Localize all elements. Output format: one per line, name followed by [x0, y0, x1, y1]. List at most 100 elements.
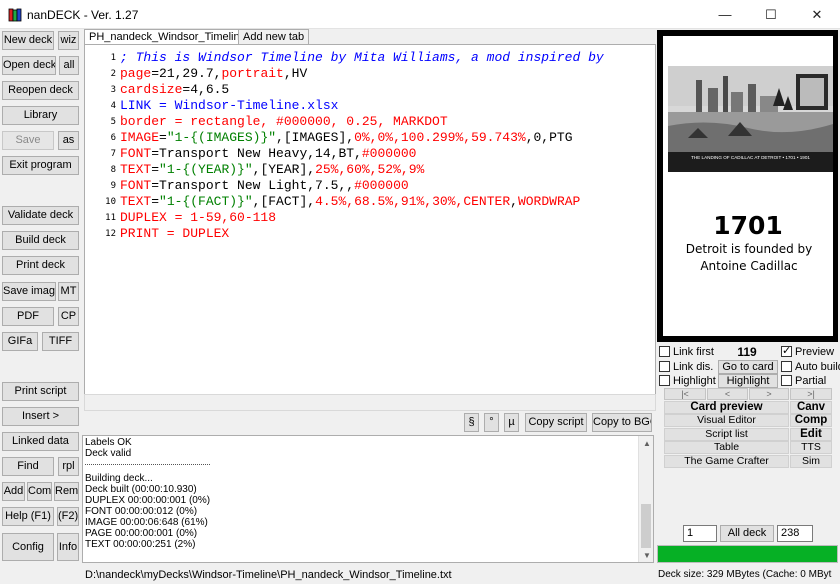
code-line[interactable]: ; This is Windsor Timeline by Mita Willi…: [120, 50, 604, 66]
title-bar: nanDECK - Ver. 1.27 — ☐ ✕: [0, 0, 840, 29]
find-button[interactable]: Find: [2, 457, 54, 476]
script-list-button[interactable]: Script list: [664, 428, 789, 441]
tts-button[interactable]: TTS: [790, 441, 832, 454]
code-line[interactable]: IMAGE="1-{(IMAGES)}",[IMAGES],0%,0%,100.…: [120, 130, 573, 146]
save-as-button[interactable]: as: [58, 131, 79, 150]
auto-build-checkbox[interactable]: Auto build: [781, 361, 840, 373]
code-line[interactable]: LINK = Windsor-Timeline.xlsx: [120, 98, 338, 114]
mt-button[interactable]: MT: [58, 282, 79, 301]
tiff-button[interactable]: TIFF: [42, 332, 79, 351]
first-card-button[interactable]: |<: [664, 388, 706, 400]
copy-script-button[interactable]: Copy script: [525, 413, 587, 432]
range-to-input[interactable]: 238: [777, 525, 813, 542]
gifa-button[interactable]: GIFa: [2, 332, 38, 351]
code-line[interactable]: PRINT = DUPLEX: [120, 226, 229, 242]
edit-button[interactable]: Edit: [790, 428, 832, 441]
close-icon[interactable]: ✕: [794, 0, 840, 29]
replace-button[interactable]: rpl: [58, 457, 79, 476]
open-deck-button[interactable]: Open deck: [2, 56, 56, 75]
checkbox-box[interactable]: [781, 375, 792, 386]
info-button[interactable]: Info: [57, 533, 79, 561]
open-all-button[interactable]: all: [59, 56, 79, 75]
checkbox-box[interactable]: [659, 361, 670, 372]
all-deck-button[interactable]: All deck: [720, 525, 774, 542]
build-progress-bar: [657, 545, 838, 563]
code-line[interactable]: TEXT="1-{(YEAR)}",[YEAR],25%,60%,52%,9%: [120, 162, 424, 178]
code-line[interactable]: FONT=Transport New Heavy,14,BT,#000000: [120, 146, 416, 162]
prev-card-button[interactable]: <: [707, 388, 748, 400]
editor-horizontal-scrollbar[interactable]: [84, 394, 656, 411]
log-line: TEXT 00:00:00:251 (2%): [85, 539, 196, 550]
help-button[interactable]: Help (F1): [2, 507, 54, 526]
sim-button[interactable]: Sim: [790, 455, 832, 468]
partial-checkbox[interactable]: Partial: [781, 375, 826, 387]
tab-add-new[interactable]: Add new tab: [238, 29, 310, 45]
scroll-up-icon[interactable]: ▲: [643, 439, 651, 448]
next-card-button[interactable]: >: [749, 388, 789, 400]
exit-program-button[interactable]: Exit program: [2, 156, 79, 175]
code-line[interactable]: border = rectangle, #000000, 0.25, MARKD…: [120, 114, 448, 130]
degree-symbol-button[interactable]: °: [484, 413, 499, 432]
cp-button[interactable]: CP: [58, 307, 79, 326]
last-card-button[interactable]: >|: [790, 388, 832, 400]
scroll-thumb[interactable]: [641, 504, 651, 548]
maximize-icon[interactable]: ☐: [748, 0, 794, 29]
code-token: IMAGE: [120, 130, 160, 145]
checkbox-box[interactable]: [781, 361, 792, 372]
code-token: CENTER: [463, 194, 511, 209]
link-dis-checkbox[interactable]: Link dis.: [659, 361, 713, 373]
line-number: 1: [110, 53, 116, 63]
insert-button[interactable]: Insert >: [2, 407, 79, 426]
wizard-button[interactable]: wiz: [58, 31, 79, 50]
checkbox-box[interactable]: [659, 346, 670, 357]
code-line[interactable]: cardsize=4,6.5: [120, 82, 229, 98]
range-from-input[interactable]: 1: [683, 525, 717, 542]
code-token: #000000: [361, 146, 417, 161]
remove-button[interactable]: Rem: [54, 482, 79, 501]
add-button[interactable]: Add: [2, 482, 25, 501]
f2-button[interactable]: (F2): [57, 507, 79, 526]
print-deck-button[interactable]: Print deck: [2, 256, 79, 275]
print-script-button[interactable]: Print script: [2, 382, 79, 401]
new-deck-button[interactable]: New deck: [2, 31, 54, 50]
comment-button[interactable]: Com: [27, 482, 52, 501]
pdf-button[interactable]: PDF: [2, 307, 54, 326]
code-line[interactable]: TEXT="1-{(FACT)}",[FACT],4.5%,68.5%,91%,…: [120, 194, 580, 210]
section-symbol-button[interactable]: §: [464, 413, 479, 432]
script-editor[interactable]: 1 2 3 4 5 6 7 8 9 10 11 12 ; This is Windsor Timeli…: [84, 44, 656, 410]
link-first-checkbox[interactable]: Link first: [659, 346, 714, 358]
canvas-button[interactable]: Canv: [790, 401, 832, 414]
code-line[interactable]: FONT=Transport New Light,7.5,,#000000: [120, 178, 409, 194]
go-to-card-button[interactable]: Go to card: [718, 360, 778, 374]
config-button[interactable]: Config: [2, 533, 54, 561]
table-button[interactable]: Table: [664, 441, 789, 454]
code-line[interactable]: DUPLEX = 1-59,60-118: [120, 210, 276, 226]
validate-deck-button[interactable]: Validate deck: [2, 206, 79, 225]
highlight-button[interactable]: Highlight: [718, 374, 778, 388]
code-token: 0%,0%,100.299%,59.743%: [354, 130, 526, 145]
minimize-icon[interactable]: —: [702, 0, 748, 29]
checkbox-box[interactable]: [659, 375, 670, 386]
save-button[interactable]: Save: [2, 131, 54, 150]
preview-label: Preview: [795, 346, 835, 358]
preview-checkbox[interactable]: Preview: [781, 344, 835, 358]
comp-button[interactable]: Comp: [790, 414, 832, 427]
scroll-down-icon[interactable]: ▼: [643, 551, 651, 560]
code-line[interactable]: page=21,29.7,portrait,HV: [120, 66, 307, 82]
build-log[interactable]: Labels OK Deck valid Building deck... Deck …: [82, 435, 654, 563]
copy-to-bgg-button[interactable]: Copy to BGG: [592, 413, 652, 432]
reopen-deck-button[interactable]: Reopen deck: [2, 81, 79, 100]
game-crafter-button[interactable]: The Game Crafter: [664, 455, 789, 468]
log-vertical-scrollbar[interactable]: ▲ ▼: [638, 436, 653, 562]
build-deck-button[interactable]: Build deck: [2, 231, 79, 250]
card-preview-button[interactable]: Card preview: [664, 401, 789, 414]
library-button[interactable]: Library: [2, 106, 79, 125]
highlight-checkbox[interactable]: Highlight: [659, 375, 716, 387]
micro-symbol-button[interactable]: µ: [504, 413, 519, 432]
save-images-button[interactable]: Save images: [2, 282, 56, 301]
app-icon: [8, 8, 22, 22]
code-token: ; This is Windsor Timeline by Mita Willi…: [120, 50, 604, 65]
visual-editor-button[interactable]: Visual Editor: [664, 414, 789, 427]
linked-data-button[interactable]: Linked data: [2, 432, 79, 451]
checkbox-box-checked[interactable]: [781, 344, 792, 357]
